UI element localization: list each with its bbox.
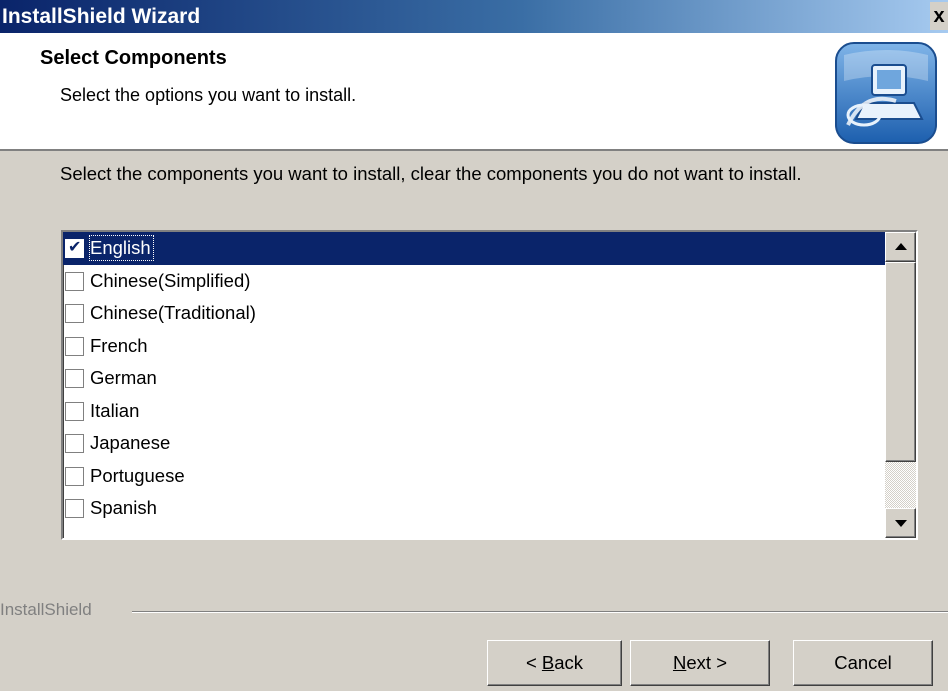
cancel-button[interactable]: Cancel	[793, 640, 933, 686]
component-label: French	[90, 334, 148, 356]
component-item-spanish[interactable]: Spanish	[63, 492, 885, 525]
back-arrow: <	[525, 652, 537, 673]
component-label: Japanese	[90, 432, 171, 453]
component-checkbox[interactable]	[65, 466, 84, 486]
component-label: Italian	[90, 399, 140, 421]
component-label: Chinese(Traditional)	[90, 302, 256, 323]
scroll-up-button[interactable]	[885, 232, 916, 262]
component-checkbox[interactable]: ✔	[65, 239, 84, 258]
component-checkbox[interactable]	[65, 271, 84, 291]
installshield-brand-label: InstallShield	[0, 600, 92, 619]
next-button[interactable]: Next >	[630, 640, 770, 686]
component-checkbox[interactable]	[65, 401, 84, 421]
component-label: English	[89, 235, 154, 261]
checkmark-icon: ✔	[68, 239, 82, 256]
component-label: Chinese(Simplified)	[90, 269, 251, 291]
component-checkbox[interactable]	[65, 369, 84, 388]
component-item-english[interactable]: ✔ English	[63, 232, 885, 265]
scroll-down-button[interactable]	[885, 508, 916, 538]
next-mnemonic: N	[672, 652, 687, 673]
next-arrow: >	[716, 652, 727, 673]
arrow-up-icon	[895, 243, 907, 250]
page-title: Select Components	[40, 47, 227, 69]
page-subtitle: Select the options you want to install.	[60, 85, 357, 105]
component-checkbox[interactable]	[65, 336, 84, 356]
component-item-chinese-traditional[interactable]: Chinese(Traditional)	[63, 297, 885, 330]
component-item-chinese-simplified[interactable]: Chinese(Simplified)	[63, 265, 885, 298]
list-scrollbar[interactable]	[885, 232, 916, 538]
component-checkbox[interactable]	[65, 434, 84, 453]
component-checkbox[interactable]	[65, 499, 84, 518]
next-label: ext	[686, 652, 712, 673]
components-list: ✔ English Chinese(Simplified) Chinese(Tradi…	[63, 232, 885, 525]
wizard-header: Select Components Select the options you…	[0, 33, 948, 151]
instruction-text: Select the components you want to instal…	[60, 163, 802, 184]
components-listbox[interactable]: ✔ English Chinese(Simplified) Chinese(Tradi…	[61, 230, 918, 540]
component-label: German	[90, 367, 157, 388]
component-item-german[interactable]: German	[63, 362, 885, 395]
scrollbar-thumb[interactable]	[885, 262, 916, 462]
back-label: ack	[554, 652, 584, 673]
component-item-portuguese[interactable]: Portuguese	[63, 460, 885, 493]
window-title: InstallShield Wizard	[2, 5, 201, 28]
title-bar: InstallShield Wizard x	[0, 0, 948, 33]
component-checkbox[interactable]	[65, 304, 84, 323]
component-label: Spanish	[90, 497, 157, 518]
component-item-italian[interactable]: Italian	[63, 395, 885, 428]
back-button[interactable]: < Back	[487, 640, 622, 686]
footer-divider	[132, 611, 948, 613]
installshield-computer-icon	[835, 42, 937, 144]
component-item-japanese[interactable]: Japanese	[63, 427, 885, 460]
component-item-french[interactable]: French	[63, 330, 885, 363]
close-icon[interactable]: x	[930, 2, 948, 30]
arrow-down-icon	[895, 520, 907, 527]
back-mnemonic: B	[541, 652, 555, 673]
component-label: Portuguese	[90, 464, 185, 486]
